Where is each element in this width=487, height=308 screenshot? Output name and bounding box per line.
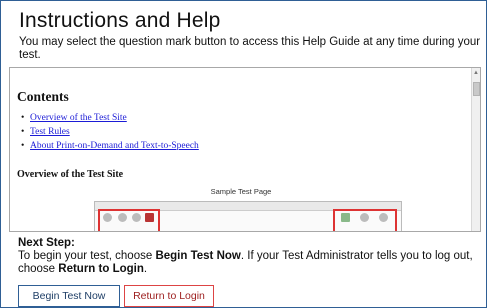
next-step-text: To begin your test, choose Begin Test No…	[18, 250, 482, 276]
sample-test-page-label: Sample Test Page	[210, 187, 272, 196]
page-title: Instructions and Help	[19, 9, 221, 32]
toc-link-overview[interactable]: Overview of the Test Site	[21, 111, 199, 125]
help-footer: Next Step: To begin your test, choose Be…	[1, 232, 486, 307]
sample-pause-icon	[132, 213, 141, 222]
help-content-scroll-area[interactable]: Contents Overview of the Test Site Test …	[9, 67, 481, 232]
contents-heading: Contents	[17, 89, 69, 104]
contents-list: Overview of the Test Site Test Rules Abo…	[21, 111, 199, 153]
next-step-return-ref: Return to Login	[58, 263, 144, 275]
sample-zoom-out-icon	[360, 213, 369, 222]
next-step-text-part: To begin your test, choose	[18, 250, 156, 262]
overview-heading: Overview of the Test Site	[17, 169, 124, 180]
sample-next-icon	[118, 213, 127, 222]
toc-link-print-on-demand[interactable]: About Print-on-Demand and Text-to-Speech	[21, 139, 199, 153]
page-subtitle: You may select the question mark button …	[19, 36, 481, 61]
help-header: Instructions and Help You may select the…	[1, 1, 486, 63]
vertical-scrollbar[interactable]: ▲	[471, 68, 480, 231]
begin-test-now-button[interactable]: Begin Test Now	[18, 285, 120, 307]
sample-back-icon	[103, 213, 112, 222]
sample-test-page-image	[94, 201, 402, 231]
return-to-login-button[interactable]: Return to Login	[124, 285, 214, 307]
scroll-up-arrow-icon[interactable]: ▲	[473, 70, 479, 76]
toc-link-test-rules[interactable]: Test Rules	[21, 125, 199, 139]
next-step-begin-ref: Begin Test Now	[155, 250, 241, 262]
scrollbar-thumb[interactable]	[473, 82, 480, 96]
sample-end-test-icon	[145, 213, 154, 222]
next-step-text-part: .	[143, 263, 148, 275]
sample-zoom-in-icon	[379, 213, 388, 222]
sample-tutorial-icon	[341, 213, 350, 222]
next-step-heading: Next Step:	[18, 237, 75, 249]
